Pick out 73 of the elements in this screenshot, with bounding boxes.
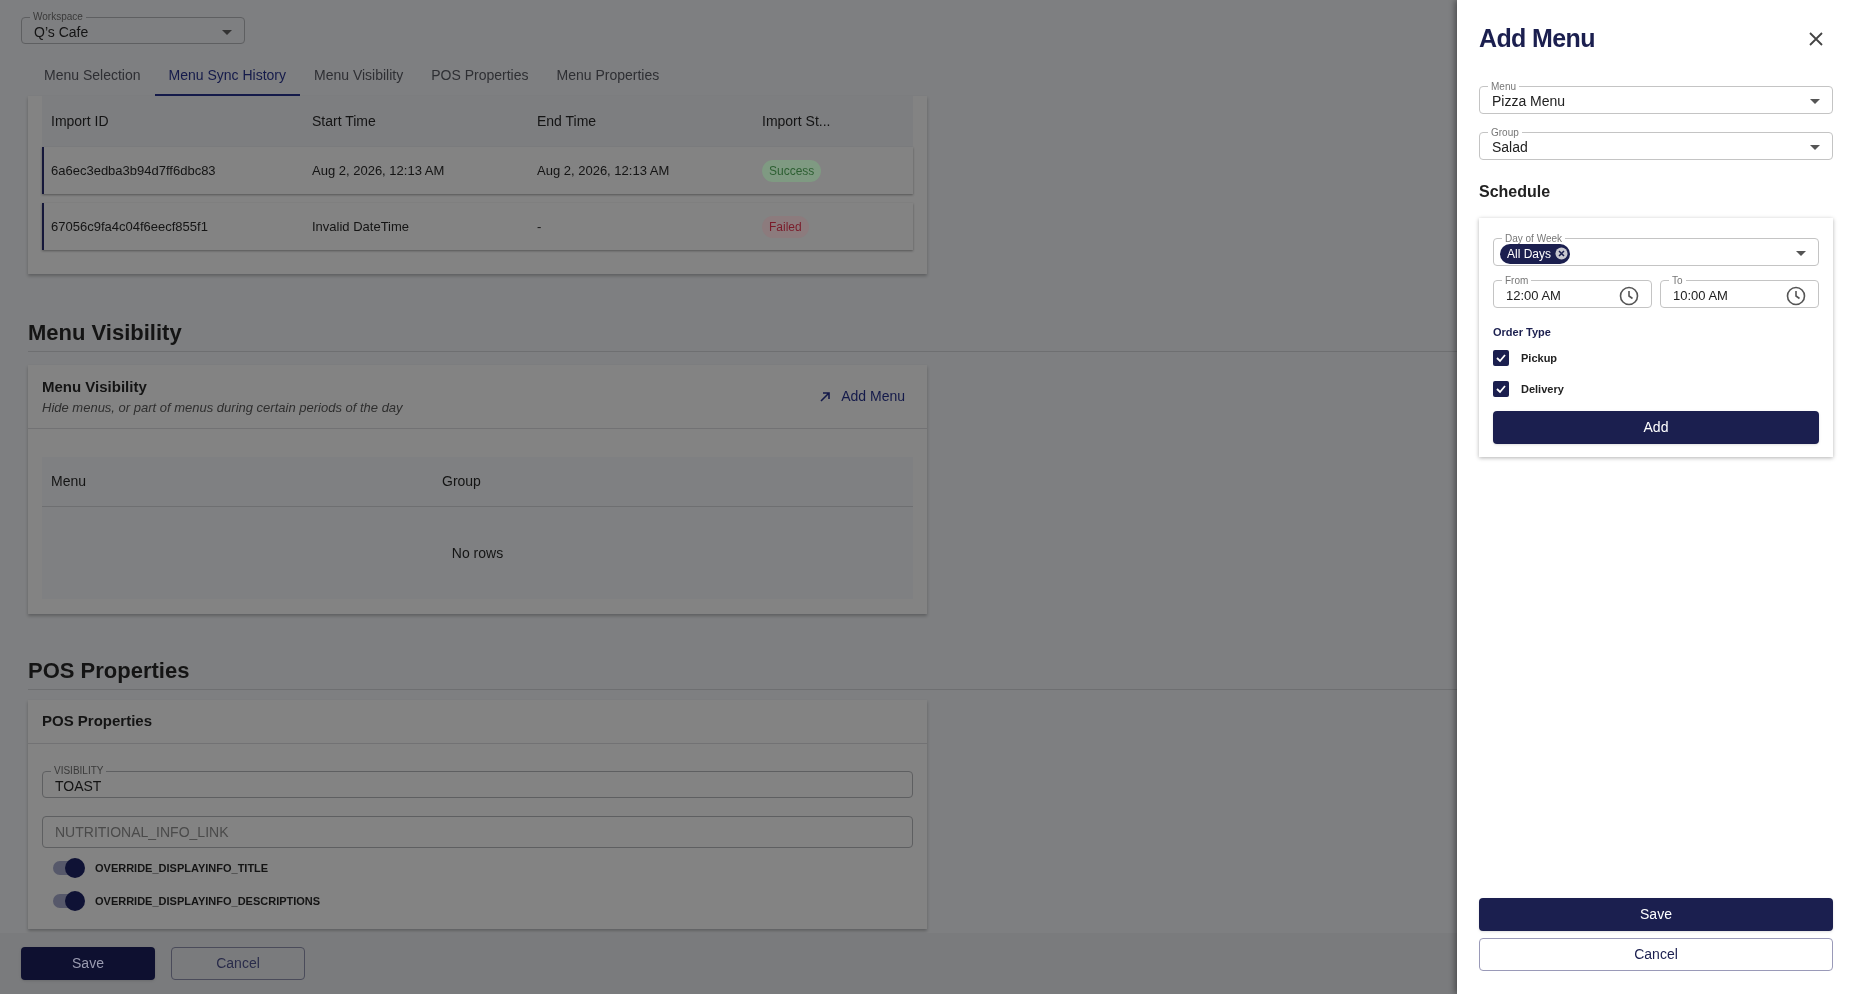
column-header: Menu (50, 472, 88, 491)
toggle-switch[interactable] (53, 893, 83, 908)
cancel-button[interactable]: Cancel (171, 947, 305, 980)
column-header: End Time (537, 112, 598, 131)
status-badge: Failed (762, 215, 809, 238)
field-label: Group (1490, 125, 1520, 140)
column-header: Start Time (312, 112, 377, 131)
card-subtitle: Hide menus, or part of menus during certain periods of the day (42, 399, 403, 417)
checkbox-label: Delivery (1521, 381, 1564, 397)
table-row[interactable]: 6a6ec3edba3b94d7ff6dbc83 Aug 2, 2026, 12:13 AM Aug 2, 2026, 12:13 AM Success (42, 147, 913, 194)
dropdown-caret-icon (1810, 145, 1820, 150)
tab[interactable]: POS Properties (417, 57, 543, 96)
toggle-label: OVERRIDE_DISPLAYINFO_TITLE (95, 861, 269, 876)
tab[interactable]: Menu Selection (30, 57, 155, 96)
column-header: Group (442, 472, 481, 491)
save-button[interactable]: Save (1479, 898, 1833, 931)
arrow-up-right-icon (819, 390, 832, 403)
field-label: Workspace (32, 10, 84, 24)
table-cell-text: - (537, 217, 543, 236)
tab[interactable]: Menu Visibility (300, 57, 418, 96)
status-badge: Success (762, 159, 822, 182)
field-placeholder: NUTRITIONAL_INFO_LINK (55, 822, 229, 842)
empty-table-message: No rows (451, 543, 504, 563)
field-label: Day of Week (1504, 231, 1564, 246)
table-cell-text: 6a6ec3edba3b94d7ff6dbc83 (50, 161, 217, 180)
clock-icon[interactable] (1619, 285, 1639, 306)
table-cell-text: Aug 2, 2026, 12:13 AM (312, 161, 446, 180)
time-field[interactable]: From 12:00 AM (1493, 273, 1652, 308)
table-row[interactable]: 67056c9fa4c04f6eecf855f1 Invalid DateTime - Failed (42, 203, 913, 250)
table-cell-text: 67056c9fa4c04f6eecf855f1 (50, 217, 209, 236)
add-menu-button[interactable]: Add Menu (811, 382, 913, 411)
section-heading: POS Properties (28, 657, 191, 685)
toggle-label: OVERRIDE_DISPLAYINFO_DESCRIPTIONS (95, 893, 321, 909)
save-button[interactable]: Save (21, 947, 155, 980)
field-value: 12:00 AM (1506, 286, 1561, 305)
field-value: TOAST (55, 776, 102, 796)
day-chip[interactable]: All Days (1500, 243, 1570, 264)
schedule-heading: Schedule (1479, 181, 1552, 202)
field-value: Salad (1492, 138, 1528, 157)
column-header: Import ID (50, 112, 110, 131)
card-title: Menu Visibility (42, 376, 148, 397)
field-label: VISIBILITY (53, 764, 105, 778)
section-heading: Menu Visibility (28, 319, 183, 347)
tab[interactable]: Menu Properties (542, 57, 674, 96)
order-type-label: Order Type (1493, 324, 1552, 340)
checkbox-label: Pickup (1521, 351, 1558, 366)
dropdown-caret-icon (1810, 99, 1820, 104)
field-label: From (1504, 273, 1530, 288)
text-field[interactable]: VISIBILITY TOAST (42, 764, 913, 798)
day-of-week-select[interactable]: Day of Week All Days (1493, 231, 1819, 266)
field-value: 10:00 AM (1673, 286, 1728, 305)
checkbox[interactable] (1493, 350, 1509, 367)
column-header: Import St... (762, 112, 832, 131)
add-button[interactable]: Add (1493, 411, 1819, 444)
menu-select[interactable]: Menu Pizza Menu (1479, 79, 1833, 114)
time-field[interactable]: To 10:00 AM (1660, 273, 1819, 308)
field-label: To (1671, 273, 1684, 288)
table-cell-text: Invalid DateTime (312, 217, 411, 236)
workspace-select[interactable]: Workspace Q’s Cafe (21, 10, 245, 44)
field-value: Pizza Menu (1492, 92, 1566, 111)
card-title: POS Properties (42, 711, 153, 732)
checkbox[interactable] (1493, 380, 1509, 397)
group-select[interactable]: Group Salad (1479, 125, 1833, 160)
toggle-switch[interactable] (53, 861, 83, 876)
field-value: Q’s Cafe (34, 22, 89, 42)
remove-icon[interactable] (1555, 247, 1568, 260)
clock-icon[interactable] (1786, 285, 1806, 306)
dropdown-caret-icon (222, 29, 232, 35)
cancel-button[interactable]: Cancel (1479, 938, 1833, 971)
dropdown-caret-icon (1796, 251, 1806, 256)
drawer-title: Add Menu (1479, 23, 1595, 54)
table-cell-text: Aug 2, 2026, 12:13 AM (537, 161, 671, 180)
field-label: Menu (1490, 79, 1517, 94)
